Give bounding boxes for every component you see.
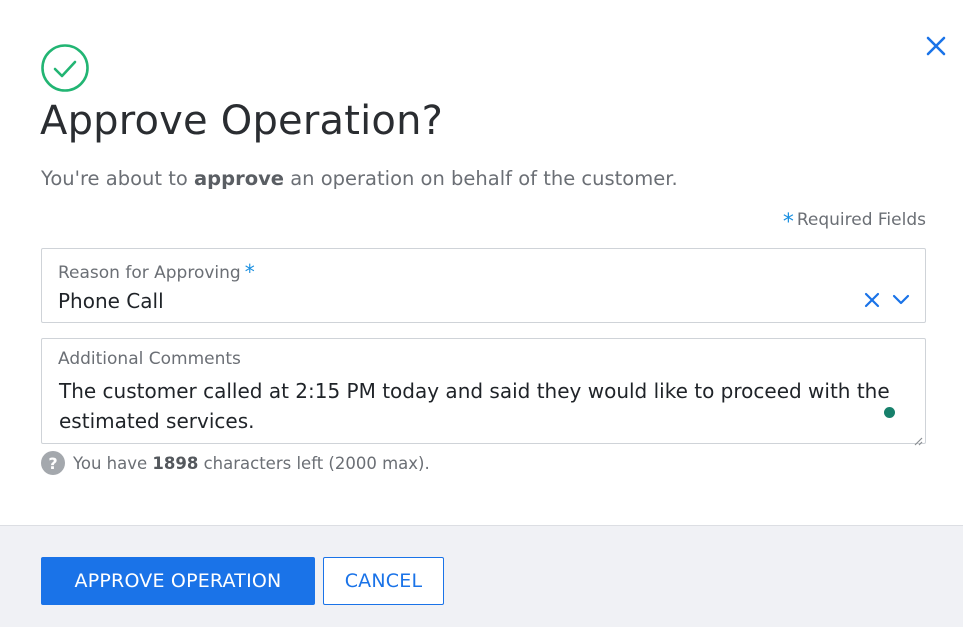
reason-select[interactable]: Reason for Approving * Phone Call	[41, 248, 926, 323]
check-circle-icon	[40, 43, 90, 93]
char-count-suffix: characters left (2000 max).	[198, 453, 430, 473]
required-fields-label: Required Fields	[796, 210, 926, 230]
chevron-down-icon[interactable]	[891, 291, 911, 309]
required-star-icon: *	[244, 260, 255, 284]
character-count: ? You have 1898 characters left (2000 ma…	[41, 451, 430, 475]
dialog-subtitle: You're about to approve an operation on …	[41, 167, 678, 190]
clear-selection-button[interactable]	[863, 291, 881, 309]
resize-grip-icon[interactable]	[913, 436, 923, 446]
resize-handle[interactable]	[913, 431, 923, 446]
comments-label: Additional Comments	[58, 349, 241, 369]
cancel-button[interactable]: CANCEL	[323, 557, 444, 605]
comments-value[interactable]: The customer called at 2:15 PM today and…	[59, 376, 899, 436]
reason-value: Phone Call	[58, 289, 164, 313]
approve-operation-dialog: Approve Operation? You're about to appro…	[0, 0, 963, 627]
char-count-prefix: You have	[73, 453, 153, 473]
approve-operation-button[interactable]: APPROVE OPERATION	[41, 557, 315, 605]
dialog-footer: APPROVE OPERATION CANCEL	[0, 525, 963, 627]
required-fields-note: * Required Fields	[782, 209, 926, 235]
dialog-title: Approve Operation?	[40, 98, 444, 144]
question-circle-icon[interactable]: ?	[41, 451, 65, 475]
subtitle-prefix: You're about to	[41, 167, 194, 190]
additional-comments-textarea[interactable]: Additional Comments The customer called …	[41, 338, 926, 446]
subtitle-bold: approve	[194, 167, 285, 190]
reason-label-text: Reason for Approving	[58, 263, 241, 283]
dropdown-toggle[interactable]	[891, 291, 911, 309]
text-cursor-indicator	[884, 407, 895, 418]
close-icon[interactable]	[922, 32, 950, 60]
char-count-remaining: 1898	[152, 453, 199, 473]
subtitle-suffix: an operation on behalf of the customer.	[284, 167, 678, 190]
close-button[interactable]	[922, 32, 950, 60]
required-star-icon: *	[782, 210, 794, 235]
reason-label: Reason for Approving *	[58, 259, 255, 284]
clear-x-icon[interactable]	[863, 291, 881, 309]
